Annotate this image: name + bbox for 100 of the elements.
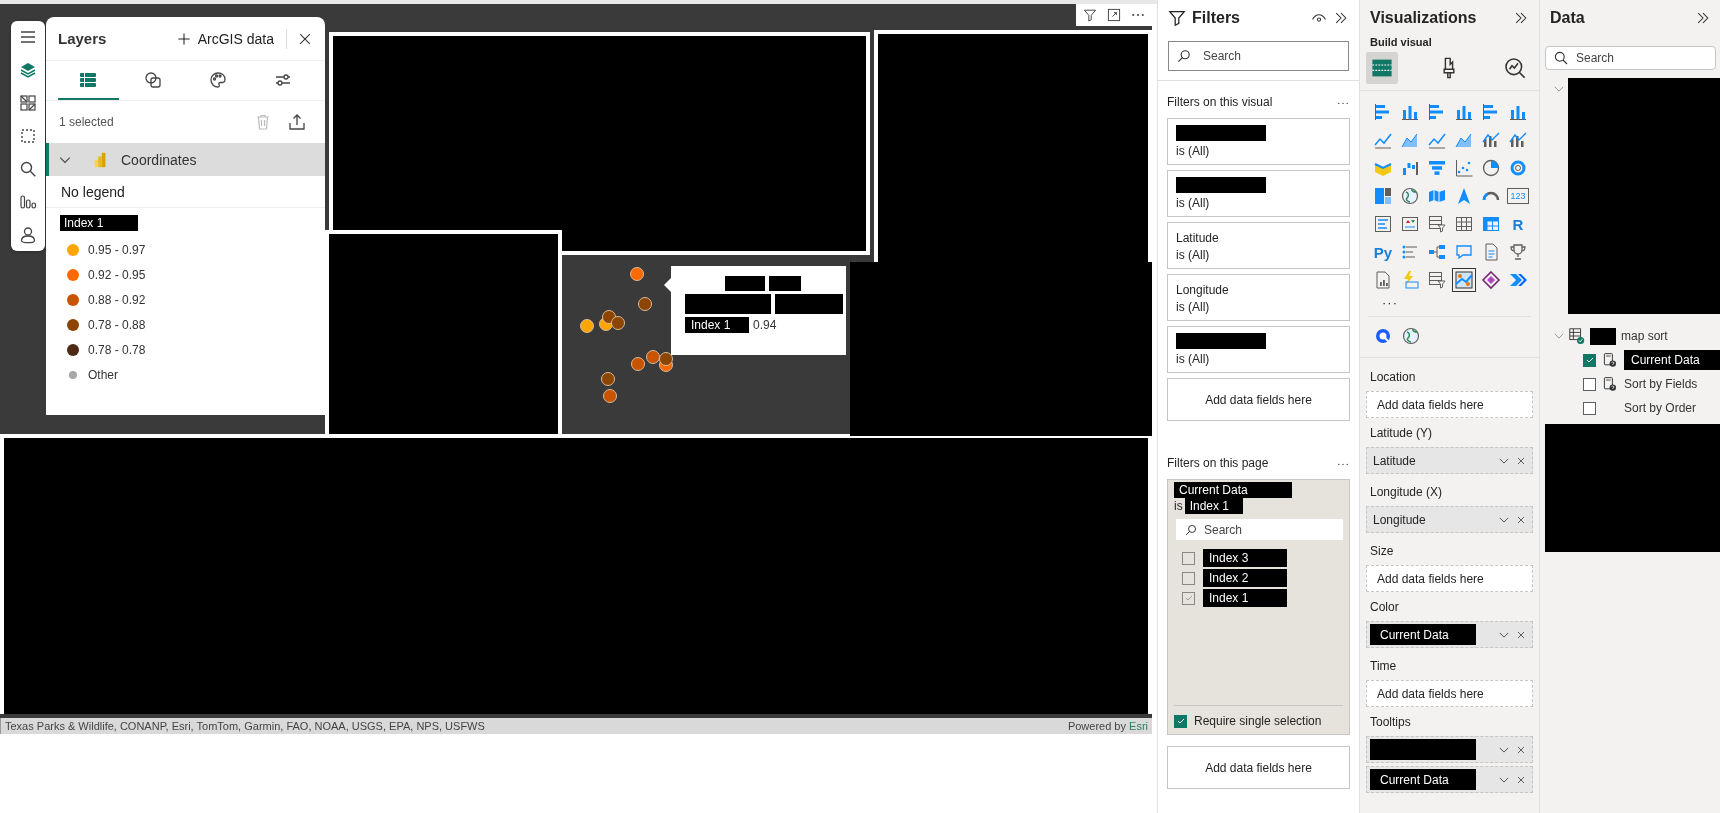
checkbox[interactable] xyxy=(1174,714,1187,728)
legend-note: No legend xyxy=(46,176,325,208)
well-label: Size xyxy=(1369,543,1395,560)
multi-row-card-icon[interactable] xyxy=(1372,213,1394,235)
field-name[interactable]: Sort by Order xyxy=(1624,401,1697,415)
pane-title: Filters xyxy=(1192,9,1240,27)
field-pill[interactable]: Current Data xyxy=(1366,766,1533,793)
palette-icon xyxy=(207,69,228,90)
field-pill[interactable]: Current Data xyxy=(1366,621,1533,648)
filter-card[interactable]: Longitude is (All) xyxy=(1167,274,1350,321)
redaction-block xyxy=(725,276,765,291)
scatter-chart-icon[interactable] xyxy=(1453,157,1475,179)
selection-count: 1 selected xyxy=(59,115,114,129)
drop-zone[interactable]: Add data fields here xyxy=(1167,746,1350,789)
calculator-icon xyxy=(1602,376,1618,392)
grid-icon[interactable] xyxy=(18,93,38,113)
focus-mode-icon[interactable] xyxy=(1106,7,1122,23)
check-icon xyxy=(1183,593,1194,603)
search-field[interactable]: Search xyxy=(1168,41,1349,71)
visual-type-button[interactable]: R xyxy=(1507,213,1529,235)
search-icon xyxy=(1184,522,1198,537)
add-data-button[interactable]: ArcGIS data xyxy=(167,30,282,47)
globe-icon[interactable] xyxy=(1400,325,1422,347)
field-pill[interactable] xyxy=(1366,736,1533,763)
filter-icon xyxy=(1168,9,1186,27)
checkbox[interactable] xyxy=(1182,551,1195,565)
field-name: Current Data xyxy=(1370,624,1476,645)
filter-card[interactable]: is (All) xyxy=(1167,326,1350,373)
well-label: Location xyxy=(1369,369,1417,386)
table-check-icon xyxy=(1568,327,1586,345)
layer-row[interactable]: Coordinates xyxy=(46,143,325,176)
section-title: Build visual xyxy=(1369,36,1433,48)
treemap-icon[interactable] xyxy=(1372,185,1394,207)
checkbox[interactable] xyxy=(1583,353,1596,367)
filter-field: Current Data xyxy=(1174,482,1292,498)
field-pill[interactable]: Longitude xyxy=(1366,506,1533,533)
check-icon xyxy=(1175,716,1186,726)
well-label: Time xyxy=(1369,658,1398,675)
attribution-text: Texas Parks & Wildlife, CONANP, Esri, TomTom, Garmin, FAO, NOAA, USGS, EPA, NPS, USFWS xyxy=(5,720,485,732)
field-name[interactable]: Sort by Fields xyxy=(1624,377,1698,391)
checkbox-label: Require single selection xyxy=(1194,714,1322,728)
field-pill[interactable]: Latitude xyxy=(1366,447,1533,474)
filter-card[interactable]: Latitude is (All) xyxy=(1167,222,1350,269)
diamond-icon[interactable] xyxy=(1480,269,1502,291)
slicer-icon[interactable] xyxy=(1426,269,1448,291)
section-title: Filters on this page xyxy=(1167,456,1269,470)
filter-card[interactable]: is (All) xyxy=(1167,170,1350,217)
legend-label: 0.95 - 0.97 xyxy=(88,242,146,257)
search-icon xyxy=(1553,50,1569,66)
collapse-icon[interactable] xyxy=(1695,10,1711,26)
collapse-icon[interactable] xyxy=(1513,10,1529,26)
filter-value: Index 1 xyxy=(1184,498,1243,514)
collapse-icon[interactable] xyxy=(1333,10,1349,26)
visual-type-button[interactable]: Py xyxy=(1372,241,1394,263)
slicer-icon[interactable] xyxy=(1426,213,1448,235)
bars-icon[interactable] xyxy=(18,192,38,212)
calculator-icon xyxy=(1602,352,1618,368)
search-field[interactable]: Search xyxy=(1176,519,1343,540)
filter-condition: is (All) xyxy=(1176,352,1211,366)
globe-icon[interactable] xyxy=(1399,185,1421,207)
layers-icon[interactable] xyxy=(18,60,38,80)
checkbox[interactable] xyxy=(1182,591,1195,605)
field-name: Latitude xyxy=(1372,453,1416,468)
check-icon xyxy=(1584,355,1595,365)
checkbox[interactable] xyxy=(1182,571,1195,585)
filter-icon[interactable] xyxy=(1082,7,1098,23)
more-visuals-button[interactable]: ··· xyxy=(1368,291,1531,317)
legend-label: 0.88 - 0.92 xyxy=(88,292,146,307)
map-icon[interactable] xyxy=(1453,269,1475,291)
option-label: Index 2 xyxy=(1203,569,1287,587)
search-icon[interactable] xyxy=(18,159,38,179)
checkbox[interactable] xyxy=(1583,377,1596,391)
filter-card[interactable]: is (All) xyxy=(1167,118,1350,165)
redaction-block xyxy=(769,276,801,291)
checkbox[interactable] xyxy=(1583,401,1596,415)
esri-link[interactable]: Esri xyxy=(1129,720,1148,732)
drop-zone[interactable]: Add data fields here xyxy=(1366,565,1533,592)
filter-condition: is (All) xyxy=(1176,144,1211,158)
plus-icon xyxy=(175,30,192,47)
field-name[interactable]: Current Data xyxy=(1624,350,1720,370)
well-label: Longitude (X) xyxy=(1369,484,1444,501)
drop-zone[interactable]: Add data fields here xyxy=(1167,378,1350,421)
dashed-square-icon[interactable] xyxy=(18,126,38,146)
drop-zone[interactable]: Add data fields here xyxy=(1366,391,1533,418)
legend-label: 0.78 - 0.78 xyxy=(88,342,146,357)
filter-condition: is (All) xyxy=(1176,300,1211,314)
trophy-icon[interactable] xyxy=(1507,241,1529,263)
person-icon[interactable] xyxy=(18,225,38,245)
upload-icon[interactable] xyxy=(287,112,307,132)
drop-zone[interactable]: Add data fields here xyxy=(1366,680,1533,707)
legend-title: Index 1 xyxy=(60,215,138,231)
filter-condition: is (All) xyxy=(1176,248,1211,262)
filter-condition: is xyxy=(1174,499,1183,513)
redaction-block xyxy=(1590,327,1616,345)
search-field[interactable]: Search xyxy=(1545,46,1716,70)
table-row[interactable]: map sort xyxy=(1540,324,1720,348)
section-title: Filters on this visual xyxy=(1167,95,1273,109)
panel-title: Layers xyxy=(58,30,108,47)
tooltip-label: Index 1 xyxy=(685,317,749,333)
pie-chart-icon[interactable] xyxy=(1480,157,1502,179)
